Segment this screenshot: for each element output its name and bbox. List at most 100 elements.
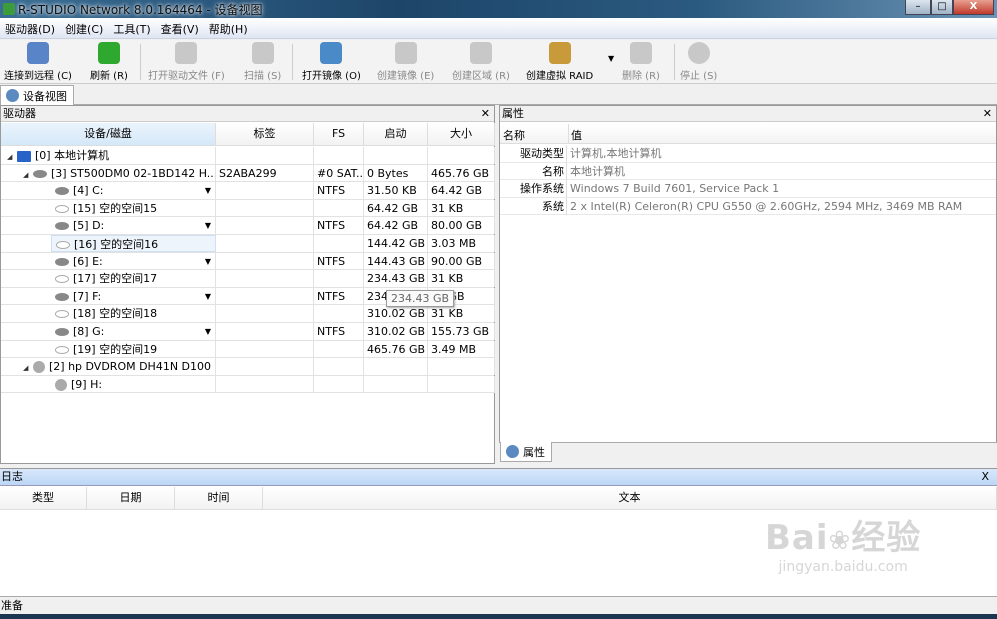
property-key: 系统 <box>500 197 567 215</box>
column-type[interactable]: 类型 <box>0 487 87 510</box>
delete-icon <box>629 42 652 64</box>
device-cell: ◢ [3] ST500DM0 02-1BD142 H... <box>1 164 216 182</box>
label-cell: S2ABA299 <box>216 164 314 182</box>
title-bar: R-STUDIO Network 8.0.164464 - 设备视图 – □ X <box>0 0 997 18</box>
menu-item-2[interactable]: 工具(T) <box>108 18 155 40</box>
expand-toggle-icon[interactable]: ◢ <box>23 360 33 375</box>
close-icon[interactable]: ✕ <box>983 106 992 121</box>
size-cell <box>428 147 495 164</box>
fs-cell <box>314 147 364 164</box>
column-value[interactable]: 值 <box>568 124 582 144</box>
device-cell: [15] 空的空间15 <box>51 199 216 217</box>
menu-item-3[interactable]: 查看(V) <box>156 18 204 40</box>
property-row[interactable]: 驱动类型 计算机,本地计算机 <box>500 145 996 163</box>
create-image-icon <box>394 42 417 64</box>
refresh-button[interactable]: 刷新 (R) <box>90 42 128 82</box>
stop-button[interactable]: 停止 (S) <box>680 42 717 82</box>
column-size[interactable]: 大小 <box>428 123 495 146</box>
drive-row[interactable]: [17] 空的空间17 234.43 GB 31 KB <box>1 270 495 288</box>
create-region-icon <box>469 42 492 64</box>
label-cell <box>216 252 314 270</box>
open-image-button[interactable]: 打开镜像 (O) <box>302 42 361 82</box>
start-cell <box>364 147 428 164</box>
column-label[interactable]: 标签 <box>216 123 314 146</box>
optical-drive-icon <box>33 361 45 374</box>
fs-cell: #0 SAT... <box>314 164 364 182</box>
drives-panel-title: 驱动器 <box>3 107 36 120</box>
maximize-button[interactable]: □ <box>931 0 953 15</box>
scan-button[interactable]: 扫描 (S) <box>244 42 281 82</box>
drive-row[interactable]: [18] 空的空间18 310.02 GB 31 KB <box>1 305 495 323</box>
close-button[interactable]: X <box>953 0 994 15</box>
device-cell: [6] E: ▼ <box>51 252 216 270</box>
device-name: [6] E: <box>73 254 103 268</box>
device-cell: [19] 空的空间19 <box>51 340 216 358</box>
property-row[interactable]: 操作系统 Windows 7 Build 7601, Service Pack 1 <box>500 180 996 198</box>
menu-item-4[interactable]: 帮助(H) <box>204 18 253 40</box>
device-cell: [4] C: ▼ <box>51 182 216 200</box>
free-space-icon <box>55 345 69 354</box>
column-device[interactable]: 设备/磁盘 <box>1 123 216 146</box>
start-cell: 31.50 KB <box>364 182 428 200</box>
open-drive-file-button[interactable]: 打开驱动文件 (F) <box>148 42 225 82</box>
device-cell: [18] 空的空间18 <box>51 305 216 323</box>
drive-row[interactable]: ◢ [3] ST500DM0 02-1BD142 H... S2ABA299 #0 S… <box>1 164 495 183</box>
taskbar <box>0 614 997 619</box>
menu-item-0[interactable]: 驱动器(D) <box>0 18 60 40</box>
dropdown-arrow-icon[interactable]: ▼ <box>205 217 211 234</box>
drive-row[interactable]: ◢ [0] 本地计算机 <box>1 147 495 165</box>
device-name: [3] ST500DM0 02-1BD142 H... <box>51 166 216 180</box>
drive-row[interactable]: [4] C: ▼ NTFS 31.50 KB 64.42 GB <box>1 182 495 200</box>
column-start[interactable]: 启动 <box>364 123 428 146</box>
property-row[interactable]: 系统 2 x Intel(R) Celeron(R) CPU G550 @ 2.6… <box>500 197 996 216</box>
tab-device-view[interactable]: 设备视图 <box>0 85 74 105</box>
toolbar-separator <box>292 44 293 80</box>
dropdown-arrow-icon[interactable]: ▼ <box>205 253 211 270</box>
drive-row[interactable]: ◢ [2] hp DVDROM DH41N D100 <box>1 358 495 376</box>
fs-cell: NTFS <box>314 217 364 235</box>
expand-toggle-icon[interactable]: ◢ <box>23 167 33 182</box>
tab-label: 属性 <box>523 446 545 459</box>
drive-row[interactable]: [6] E: ▼ NTFS 144.43 GB 90.00 GB <box>1 252 495 271</box>
tab-properties[interactable]: 属性 <box>500 442 552 462</box>
create-image-button[interactable]: 创建镜像 (E) <box>377 42 434 82</box>
menu-item-1[interactable]: 创建(C) <box>60 18 108 40</box>
status-text: 准备 <box>1 599 23 612</box>
drive-row[interactable]: [9] H: <box>1 375 495 394</box>
fs-cell <box>314 305 364 323</box>
drive-row[interactable]: [5] D: ▼ NTFS 64.42 GB 80.00 GB <box>1 217 495 235</box>
raid-button[interactable]: 创建虚拟 RAID <box>526 42 593 82</box>
close-icon[interactable]: X <box>981 469 989 485</box>
label-cell <box>216 340 314 358</box>
dropdown-arrow-icon[interactable]: ▼ <box>205 288 211 305</box>
drive-row[interactable]: [8] G: ▼ NTFS 310.02 GB 155.73 GB <box>1 323 495 341</box>
free-space-icon <box>55 204 69 213</box>
column-fs[interactable]: FS <box>314 123 364 146</box>
status-bar: 准备 <box>0 596 997 614</box>
toolbar-label: 打开镜像 (O) <box>302 71 361 82</box>
column-time[interactable]: 时间 <box>175 487 263 510</box>
device-cell: [17] 空的空间17 <box>51 270 216 288</box>
start-cell: 465.76 GB <box>364 340 428 358</box>
drive-row[interactable]: [15] 空的空间15 64.42 GB 31 KB <box>1 199 495 218</box>
drive-row[interactable]: [19] 空的空间19 465.76 GB 3.49 MB <box>1 340 495 359</box>
delete-button[interactable]: 删除 (R) <box>622 42 660 82</box>
column-text[interactable]: 文本 <box>263 487 997 510</box>
column-date[interactable]: 日期 <box>87 487 175 510</box>
expand-toggle-icon[interactable]: ◢ <box>7 149 17 164</box>
raid-dropdown-arrow[interactable]: ▼ <box>608 54 614 63</box>
size-cell: 465.76 GB <box>428 164 495 182</box>
close-icon[interactable]: ✕ <box>481 106 490 121</box>
free-space-icon <box>56 241 70 249</box>
dropdown-arrow-icon[interactable]: ▼ <box>205 323 211 340</box>
drive-row[interactable]: [16] 空的空间16 144.42 GB 3.03 MB <box>1 235 495 253</box>
toolbar: 连接到远程 (C) 刷新 (R) 打开驱动文件 (F) 扫描 (S) 打开镜像 (O) 创… <box>0 40 997 84</box>
minimize-button[interactable]: – <box>905 0 931 15</box>
label-cell <box>216 235 314 252</box>
toolbar-label: 删除 (R) <box>622 71 660 82</box>
property-row[interactable]: 名称 本地计算机 <box>500 162 996 181</box>
column-name[interactable]: 名称 <box>503 127 525 143</box>
create-region-button[interactable]: 创建区域 (R) <box>452 42 510 82</box>
dropdown-arrow-icon[interactable]: ▼ <box>205 182 211 199</box>
remote-computer-button[interactable]: 连接到远程 (C) <box>4 42 72 82</box>
